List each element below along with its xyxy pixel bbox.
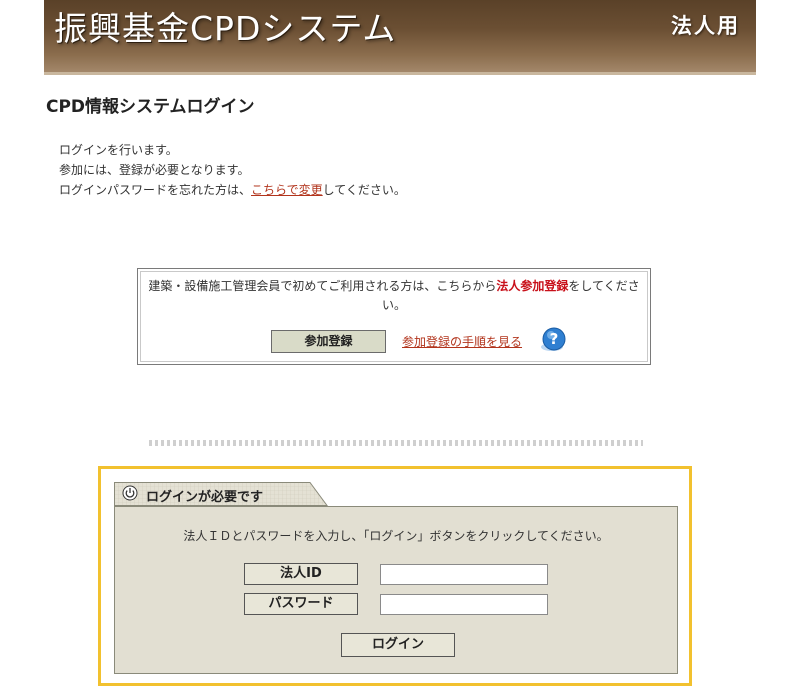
password-input[interactable] [380,594,548,615]
notice-text: 建築・設備施工管理会員で初めてご利用される方は、こちらから法人参加登録をしてくだ… [146,277,642,315]
notice-text-before: 建築・設備施工管理会員で初めてご利用される方は、こちらから [148,279,497,293]
register-button[interactable]: 参加登録 [271,330,386,353]
dotted-divider [149,440,643,446]
login-button[interactable]: ログイン [341,633,455,657]
intro-line-3-before: ログインパスワードを忘れた方は、 [59,183,252,197]
power-icon [122,485,138,501]
notice-text-emphasis: 法人参加登録 [496,279,569,293]
corporate-badge: 法人用 [671,14,740,38]
registration-notice: 建築・設備施工管理会員で初めてご利用される方は、こちらから法人参加登録をしてくだ… [137,268,651,365]
corporate-id-input[interactable] [380,564,548,585]
login-required-label: ログインが必要です [146,490,264,505]
intro-line-1: ログインを行います。 [59,143,178,157]
intro-line-2: 参加には、登録が必要となります。 [59,163,250,177]
page-title: CPD情報システムログイン [46,97,255,117]
intro-line-3: ログインパスワードを忘れた方は、こちらで変更してください。 [59,180,406,200]
app-title: 振興基金CPDシステム [54,9,397,48]
registration-howto-link[interactable]: 参加登録の手順を見る [402,333,522,350]
change-password-link[interactable]: こちらで変更 [251,183,323,197]
login-instruction: 法人ＩＤとパスワードを入力し、「ログイン」ボタンをクリックしてください。 [183,529,609,543]
password-label: パスワード [244,593,358,615]
login-panel: 法人ＩＤとパスワードを入力し、「ログイン」ボタンをクリックしてください。 法人I… [114,506,678,674]
svg-text:?: ? [550,330,559,348]
intro-text: ログインを行います。 参加には、登録が必要となります。 ログインパスワードを忘れ… [59,140,406,200]
app-header: 振興基金CPDシステム 法人用 [44,0,756,75]
intro-line-3-after: してください。 [322,183,406,197]
corporate-id-label: 法人ID [244,563,358,585]
question-icon[interactable]: ? [539,327,567,353]
login-required-tab: ログインが必要です [114,482,328,506]
